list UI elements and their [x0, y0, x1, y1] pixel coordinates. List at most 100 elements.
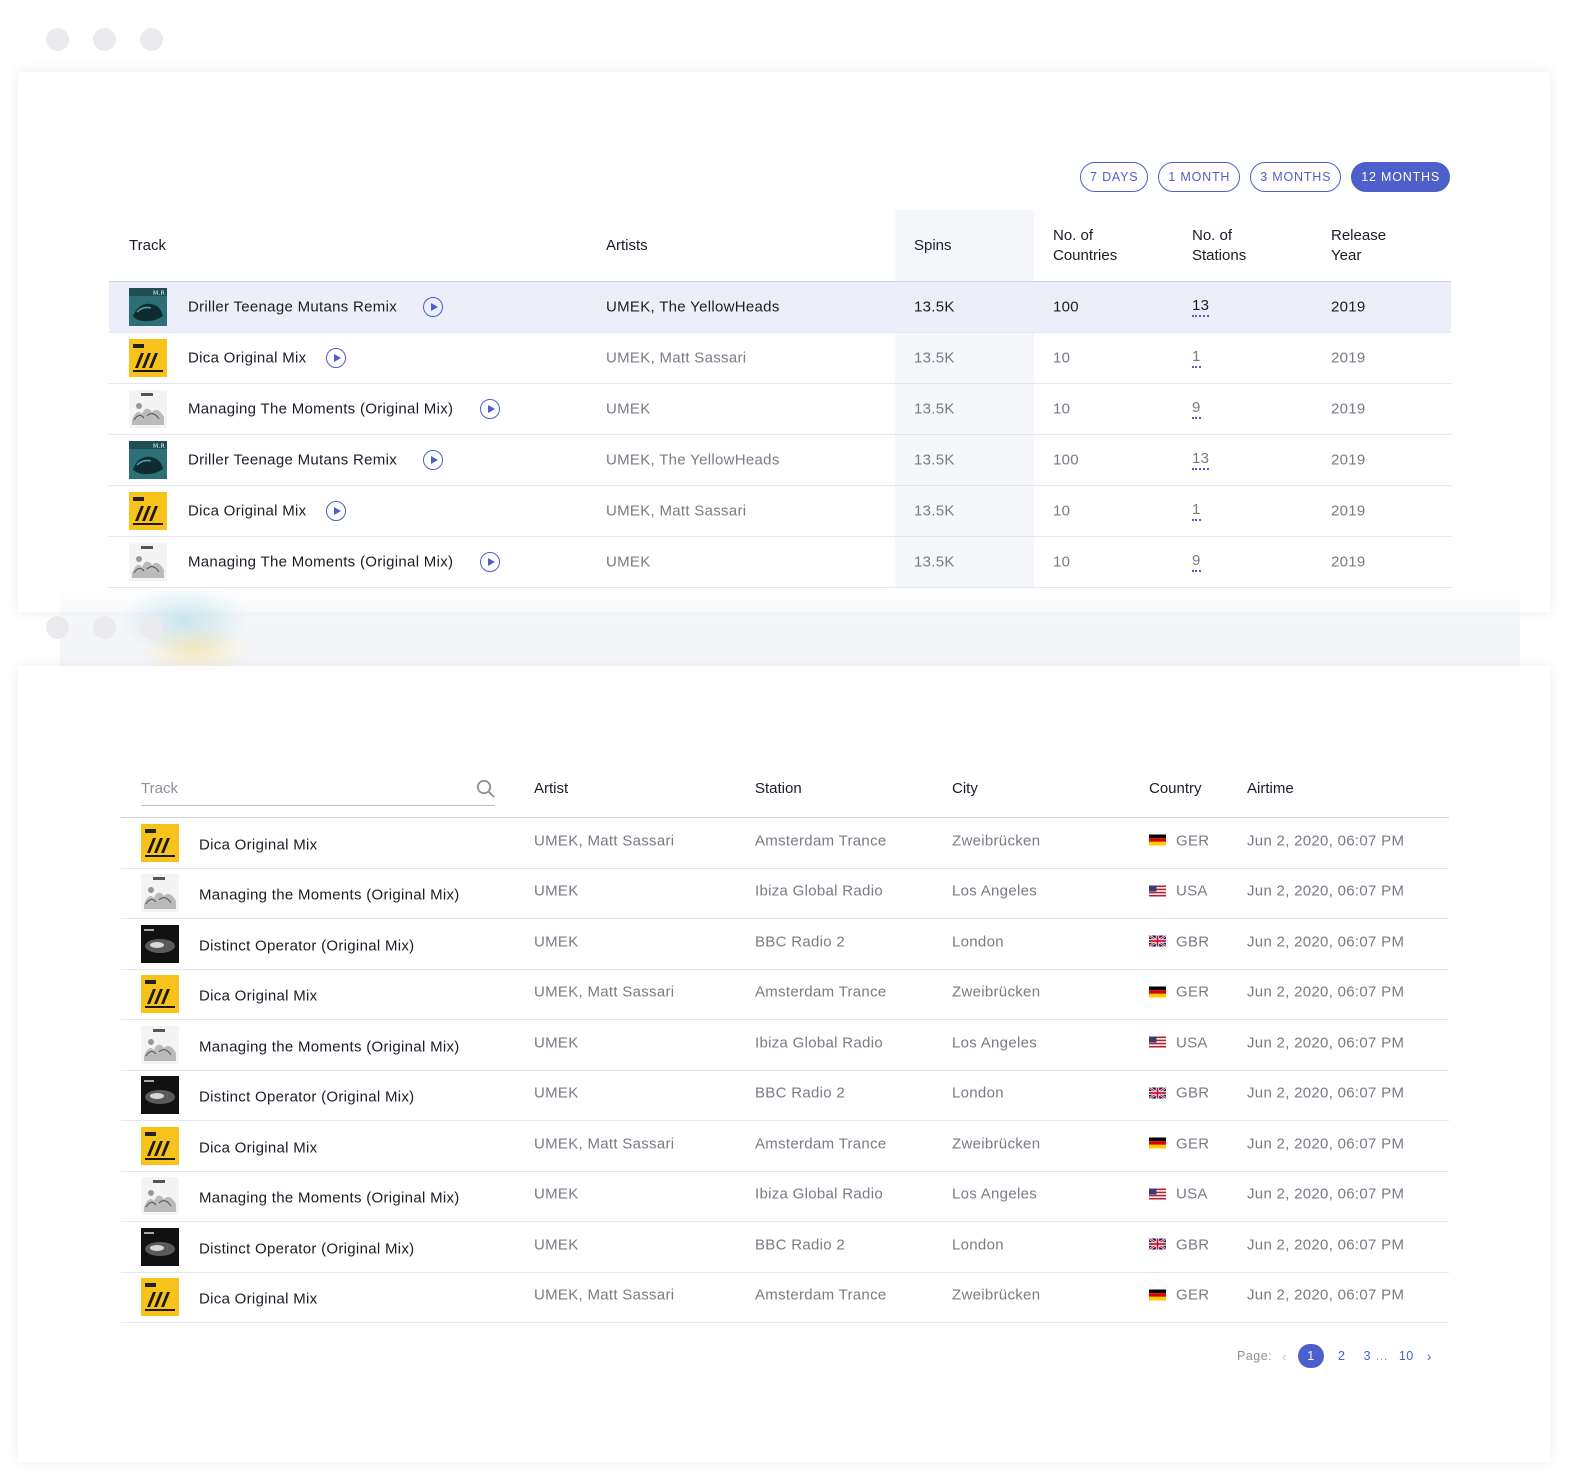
track-countries: 10: [1053, 502, 1071, 520]
header-track[interactable]: Track: [129, 236, 166, 256]
period-3-months-button[interactable]: 3 MONTHS: [1250, 162, 1342, 192]
tracks-table: Track Artists Spins No. of Countries No. …: [109, 210, 1451, 588]
track-artists: UMEK, Matt Sassari: [606, 349, 747, 367]
track-countries: 10: [1053, 400, 1071, 418]
play-icon[interactable]: [326, 501, 346, 521]
airplay-station: Ibiza Global Radio: [755, 882, 883, 900]
airplay-city: Zweibrücken: [952, 1286, 1041, 1304]
track-row[interactable]: Managing The Moments (Original Mix) UMEK 1…: [109, 537, 1451, 588]
track-title[interactable]: Driller Teenage Mutans Remix: [188, 299, 397, 316]
header-countries-line1: No. of: [1053, 227, 1094, 244]
airplay-country: USA: [1149, 1034, 1208, 1051]
track-search-input[interactable]: Track: [141, 770, 495, 806]
play-icon[interactable]: [423, 450, 443, 470]
header-release-line2: Year: [1331, 247, 1362, 264]
track-artists: UMEK, The YellowHeads: [606, 451, 780, 469]
track-release-year: 2019: [1331, 451, 1366, 469]
track-title[interactable]: Managing The Moments (Original Mix): [188, 401, 453, 418]
play-icon[interactable]: [326, 348, 346, 368]
airplay-row[interactable]: Dica Original Mix UMEK, Matt Sassari Amste…: [121, 970, 1449, 1020]
airplay-airtime: Jun 2, 2020, 06:07 PM: [1247, 1185, 1405, 1203]
header-spins[interactable]: Spins: [914, 236, 952, 256]
header-artist[interactable]: Artist: [534, 780, 568, 797]
period-1-month-button[interactable]: 1 MONTH: [1158, 162, 1241, 192]
track-artists: UMEK, The YellowHeads: [606, 298, 780, 316]
header-airtime[interactable]: Airtime: [1247, 780, 1294, 797]
airplay-airtime: Jun 2, 2020, 06:07 PM: [1247, 1135, 1405, 1153]
track-title[interactable]: Distinct Operator (Original Mix): [199, 937, 414, 954]
header-country[interactable]: Country: [1149, 780, 1202, 797]
track-row[interactable]: M.R Driller Teenage Mutans Remix UMEK, The…: [109, 435, 1451, 486]
track-cover-image: [141, 1076, 179, 1115]
airplay-row[interactable]: Managing the Moments (Original Mix) UMEK I…: [121, 1020, 1449, 1071]
track-title[interactable]: Managing the Moments (Original Mix): [199, 1038, 460, 1055]
search-icon[interactable]: [476, 779, 495, 798]
airplay-row[interactable]: Distinct Operator (Original Mix) UMEK BBC …: [121, 1222, 1449, 1273]
track-stations-link[interactable]: 13: [1192, 450, 1210, 470]
period-12-months-button[interactable]: 12 MONTHS: [1351, 162, 1450, 192]
chevron-right-icon[interactable]: ›: [1427, 1348, 1432, 1364]
airplay-country: USA: [1149, 1186, 1208, 1203]
track-title[interactable]: Driller Teenage Mutans Remix: [188, 452, 397, 469]
airplay-city: Los Angeles: [952, 882, 1038, 900]
track-title[interactable]: Dica Original Mix: [199, 988, 317, 1005]
flag-usa-icon: [1149, 1036, 1166, 1048]
period-filter: 7 DAYS 1 MONTH 3 MONTHS 12 MONTHS: [1080, 162, 1450, 192]
track-row[interactable]: M.R Driller Teenage Mutans Remix UMEK, The…: [109, 282, 1451, 333]
window-dot: [140, 28, 163, 51]
country-code: GBR: [1176, 1236, 1210, 1254]
track-stations-link[interactable]: 1: [1192, 501, 1201, 521]
track-title[interactable]: Dica Original Mix: [199, 1291, 317, 1308]
track-stations-link[interactable]: 9: [1192, 552, 1201, 572]
track-row[interactable]: Dica Original Mix UMEK, Matt Sassari 13.5K…: [109, 486, 1451, 537]
header-release-year[interactable]: Release Year: [1331, 226, 1386, 266]
track-title[interactable]: Dica Original Mix: [199, 1139, 317, 1156]
header-station[interactable]: Station: [755, 780, 802, 797]
airplay-row[interactable]: Distinct Operator (Original Mix) UMEK BBC …: [121, 1071, 1449, 1121]
airplay-station: Amsterdam Trance: [755, 832, 887, 850]
track-stations-link[interactable]: 1: [1192, 348, 1201, 368]
track-title[interactable]: Managing the Moments (Original Mix): [199, 1190, 460, 1207]
track-row[interactable]: Dica Original Mix UMEK, Matt Sassari 13.5K…: [109, 333, 1451, 384]
track-title[interactable]: Distinct Operator (Original Mix): [199, 1089, 414, 1106]
airplay-station: Amsterdam Trance: [755, 1135, 887, 1153]
play-icon[interactable]: [423, 297, 443, 317]
track-row[interactable]: Managing The Moments (Original Mix) UMEK 1…: [109, 384, 1451, 435]
chevron-left-icon[interactable]: ‹: [1282, 1349, 1287, 1364]
page-1-button[interactable]: 1: [1298, 1344, 1325, 1368]
airplay-row[interactable]: Dica Original Mix UMEK, Matt Sassari Amste…: [121, 1121, 1449, 1172]
track-cover-image: [141, 823, 179, 862]
period-7-days-button[interactable]: 7 DAYS: [1080, 162, 1149, 192]
airplay-row[interactable]: Managing the Moments (Original Mix) UMEK I…: [121, 869, 1449, 919]
track-title[interactable]: Dica Original Mix: [188, 350, 306, 367]
header-countries[interactable]: No. of Countries: [1053, 226, 1117, 266]
track-stations-link[interactable]: 13: [1192, 297, 1210, 317]
track-title[interactable]: Dica Original Mix: [199, 836, 317, 853]
play-icon[interactable]: [480, 399, 500, 419]
page-2-button[interactable]: 2: [1338, 1349, 1345, 1363]
flag-usa-icon: [1149, 885, 1166, 897]
airplay-city: London: [952, 933, 1004, 951]
country-code: USA: [1176, 1185, 1208, 1203]
airplay-station: BBC Radio 2: [755, 1084, 846, 1102]
track-cover-image: M.R: [129, 288, 167, 326]
track-title[interactable]: Dica Original Mix: [188, 503, 306, 520]
airplay-row[interactable]: Dica Original Mix UMEK, Matt Sassari Amste…: [121, 818, 1449, 869]
airplay-station: Amsterdam Trance: [755, 983, 887, 1001]
airplay-artist: UMEK: [534, 1236, 579, 1254]
header-city[interactable]: City: [952, 780, 978, 797]
header-artists[interactable]: Artists: [606, 236, 648, 256]
airplay-row[interactable]: Dica Original Mix UMEK, Matt Sassari Amste…: [121, 1273, 1449, 1323]
play-icon[interactable]: [480, 552, 500, 572]
flag-uk-icon: [1149, 1087, 1166, 1099]
page-10-button[interactable]: 10: [1399, 1349, 1414, 1363]
airplay-city: Zweibrücken: [952, 832, 1041, 850]
page-3-button[interactable]: 3: [1363, 1349, 1370, 1363]
track-stations-link[interactable]: 9: [1192, 399, 1201, 419]
header-stations[interactable]: No. of Stations: [1192, 226, 1246, 266]
airplay-row[interactable]: Distinct Operator (Original Mix) UMEK BBC …: [121, 919, 1449, 970]
airplay-row[interactable]: Managing the Moments (Original Mix) UMEK I…: [121, 1172, 1449, 1222]
track-title[interactable]: Managing the Moments (Original Mix): [199, 887, 460, 904]
track-title[interactable]: Managing The Moments (Original Mix): [188, 554, 453, 571]
track-title[interactable]: Distinct Operator (Original Mix): [199, 1240, 414, 1257]
